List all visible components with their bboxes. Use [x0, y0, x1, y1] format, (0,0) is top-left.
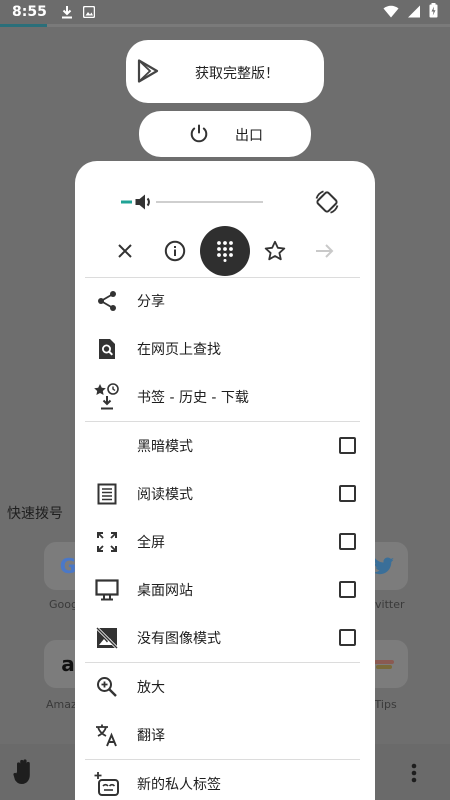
get-full-version-button[interactable]: 获取完整版！	[126, 40, 324, 103]
menu-item-share[interactable]: 分享	[75, 277, 375, 325]
reader-mode-checkbox[interactable]	[339, 485, 356, 502]
dialpad-icon	[217, 241, 233, 262]
find-in-page-icon	[75, 338, 137, 360]
arrow-right-icon	[316, 244, 334, 258]
status-bar: 8:55	[0, 0, 450, 24]
close-button[interactable]	[100, 226, 150, 276]
menu-item-dark-mode[interactable]: 黑暗模式	[75, 422, 375, 470]
gesture-hand-icon[interactable]	[12, 758, 36, 790]
close-icon	[118, 244, 132, 258]
desktop-icon	[75, 579, 137, 601]
dark-mode-checkbox[interactable]	[339, 437, 356, 454]
desktop-site-checkbox[interactable]	[339, 581, 356, 598]
google-logo-icon: G	[59, 554, 77, 578]
speed-dial-label-google: Goog	[49, 598, 78, 611]
tips-logo-icon	[374, 660, 394, 669]
menu-item-label: 阅读模式	[137, 487, 193, 503]
info-button[interactable]	[150, 226, 200, 276]
speed-dial-label-twitter: vitter	[375, 598, 405, 611]
menu-item-no-image-mode[interactable]: 没有图像模式	[75, 614, 375, 662]
menu-item-label: 分享	[137, 294, 165, 310]
play-store-icon	[137, 59, 159, 87]
speed-dial-title: 快速拨号	[7, 506, 63, 522]
menu-item-fullscreen[interactable]: 全屏	[75, 518, 375, 566]
bookmarks-history-download-icon	[75, 383, 137, 411]
menu-item-label: 在网页上查找	[137, 342, 221, 358]
browser-menu-panel: 分享 在网页上查找 书签 - 历史 - 下载 黑暗模式 阅读模式 全屏 桌面网站…	[75, 161, 375, 800]
photo-icon	[82, 6, 95, 18]
overflow-menu-icon[interactable]	[411, 763, 417, 787]
menu-item-label: 翻译	[137, 728, 165, 744]
menu-item-reader-mode[interactable]: 阅读模式	[75, 470, 375, 518]
fullscreen-checkbox[interactable]	[339, 533, 356, 550]
volume-speaker-icon[interactable]	[132, 192, 157, 216]
share-icon	[75, 290, 137, 312]
speed-dial-label-amazon: Amaz	[46, 698, 77, 711]
menu-item-label: 没有图像模式	[137, 631, 221, 647]
amazon-logo-icon: a	[61, 652, 75, 676]
menu-nav-row	[75, 226, 375, 276]
menu-item-bookmarks-history-downloads[interactable]: 书签 - 历史 - 下载	[75, 373, 375, 421]
reader-icon	[75, 483, 137, 505]
power-icon	[189, 124, 209, 148]
menu-item-label: 黑暗模式	[137, 439, 193, 455]
menu-item-new-private-tab[interactable]: 新的私人标签	[75, 760, 375, 800]
zoom-in-icon	[75, 676, 137, 698]
menu-item-translate[interactable]: 翻译	[75, 711, 375, 759]
exit-label: 出口	[235, 128, 263, 144]
status-time: 8:55	[12, 4, 47, 20]
menu-item-zoom-in[interactable]: 放大	[75, 663, 375, 711]
private-tab-icon	[75, 771, 137, 797]
menu-item-find-in-page[interactable]: 在网页上查找	[75, 325, 375, 373]
get-full-version-label: 获取完整版！	[195, 66, 279, 82]
menu-item-desktop-site[interactable]: 桌面网站	[75, 566, 375, 614]
moon-icon	[75, 435, 137, 457]
no-image-mode-checkbox[interactable]	[339, 629, 356, 646]
screen-rotation-icon[interactable]	[313, 188, 341, 220]
translate-icon	[75, 723, 137, 747]
wifi-icon	[383, 3, 399, 22]
menu-item-label: 书签 - 历史 - 下载	[137, 390, 249, 406]
menu-item-label: 放大	[137, 680, 165, 696]
battery-icon	[429, 2, 438, 22]
signal-icon	[407, 3, 421, 22]
info-icon	[164, 240, 186, 262]
download-icon	[61, 5, 73, 19]
dialpad-button[interactable]	[200, 226, 250, 276]
star-icon	[264, 240, 286, 261]
bookmark-star-button[interactable]	[250, 226, 300, 276]
menu-item-label: 新的私人标签	[137, 777, 221, 793]
no-image-icon	[75, 627, 137, 649]
menu-item-label: 桌面网站	[137, 583, 193, 599]
fullscreen-icon	[75, 532, 137, 552]
exit-button[interactable]: 出口	[139, 111, 311, 157]
menu-item-label: 全屏	[137, 535, 165, 551]
forward-button[interactable]	[300, 226, 350, 276]
twitter-logo-icon	[373, 557, 394, 575]
volume-row	[75, 185, 375, 219]
